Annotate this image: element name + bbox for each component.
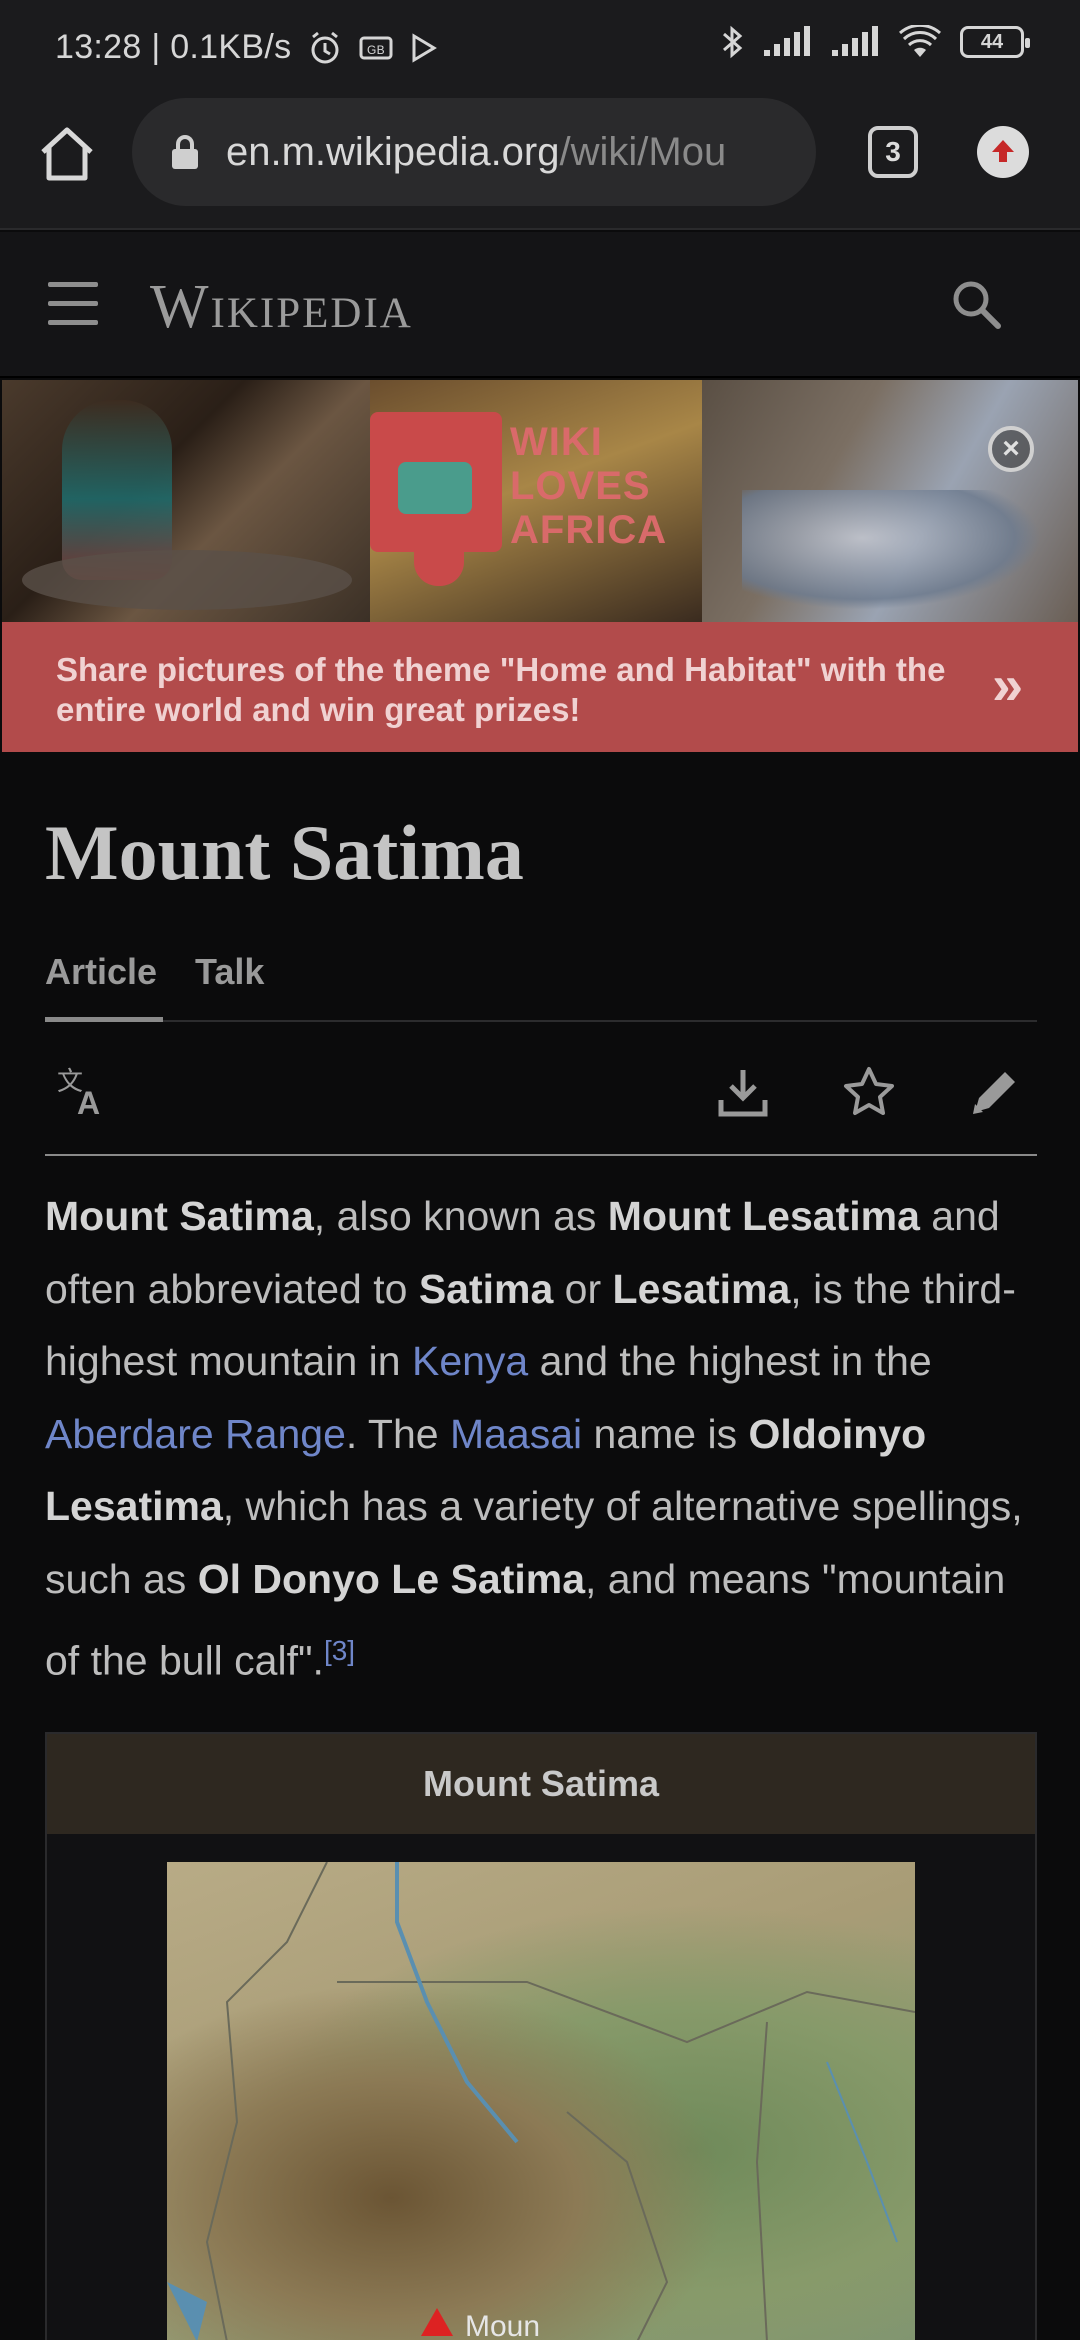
url-domain: en.m.wikipedia.org [226,129,560,174]
map-borders [167,1862,915,2340]
banner-photo-woman [2,380,370,622]
bold-term: Lesatima [612,1265,791,1312]
browser-toolbar: en.m.wikipedia.org/wiki/Mou 3 [0,96,1080,230]
link-maasai[interactable]: Maasai [450,1411,582,1457]
status-left: 13:28 | 0.1KB/s GB [55,28,439,67]
banner-message: Share pictures of the theme "Home and Ha… [56,651,946,728]
signal-icon [764,26,810,56]
bluetooth-icon [723,25,743,59]
menu-icon[interactable] [48,282,100,326]
banner-chevron-icon[interactable]: » [992,652,1023,717]
tab-article[interactable]: Article [45,946,164,1022]
tab-talk[interactable]: Talk [195,946,264,1022]
home-icon[interactable] [38,124,96,184]
card-icon: GB [359,36,393,59]
intro-text: or [553,1265,613,1312]
close-icon[interactable]: × [988,426,1034,472]
wiki-loves-africa-logo: WIKI LOVES AFRICA [370,412,702,586]
intro-text: , also known as [313,1193,608,1239]
signal-icon-2 [832,26,878,56]
url-path: /wiki/Mou [559,129,727,174]
article-tabs: Article Talk [45,946,1037,1022]
wifi-icon [899,25,941,57]
intro-text: . The [345,1410,450,1457]
bold-term: Satima [418,1265,554,1312]
infobox: Mount Satima Moun [45,1732,1037,2340]
reference-link[interactable]: [3] [324,1635,355,1666]
alarm-icon [311,31,339,63]
battery-level: 44 [980,30,1004,53]
bold-term: Mount Lesatima [607,1193,920,1239]
wiki-header: Wikipedia [0,232,1080,378]
intro-text: and the highest in the [528,1338,932,1384]
banner-photo-street [702,380,1078,622]
status-bar: 13:28 | 0.1KB/s GB 44 [0,0,1080,96]
star-icon[interactable] [841,1064,897,1120]
tab-count: 3 [885,136,901,167]
logo-text: WIKI LOVES AFRICA [510,420,668,552]
search-icon[interactable] [948,276,1004,332]
article-intro: Mount Satima, also known as Mount Lesati… [45,1180,1045,1697]
url-bar[interactable]: en.m.wikipedia.org/wiki/Mou [132,98,816,206]
battery-indicator: 44 [960,26,1030,58]
edit-icon[interactable] [967,1064,1023,1120]
update-icon[interactable] [977,126,1029,178]
camera-logo-icon [370,412,502,586]
bold-term: Mount Satima [45,1193,314,1239]
url-text: en.m.wikipedia.org/wiki/Mou [226,130,726,175]
svg-text:A: A [77,1085,100,1120]
play-store-icon [412,32,438,63]
svg-text:GB: GB [367,43,385,57]
location-map[interactable]: Moun [167,1862,915,2340]
wikipedia-wordmark[interactable]: Wikipedia [150,272,413,343]
link-kenya[interactable]: Kenya [412,1338,528,1384]
lock-icon [172,135,198,169]
campaign-banner[interactable]: WIKI LOVES AFRICA × Share pictures of th… [2,380,1078,752]
tabs-button[interactable]: 3 [868,126,918,178]
page-title: Mount Satima [45,809,524,896]
download-icon[interactable] [715,1064,771,1120]
bold-term: Ol Donyo Le Satima [197,1555,586,1602]
link-aberdare-range[interactable]: Aberdare Range [45,1411,346,1457]
infobox-title: Mount Satima [47,1734,1035,1834]
page-actions: 文A [45,1024,1037,1156]
intro-text: name is [582,1410,749,1457]
language-icon[interactable]: 文A [55,1064,111,1120]
map-label: Moun [465,2310,541,2340]
status-right: 44 [720,24,1030,60]
status-time-speed: 13:28 | 0.1KB/s [55,28,292,66]
mountain-marker-icon [421,2308,453,2336]
